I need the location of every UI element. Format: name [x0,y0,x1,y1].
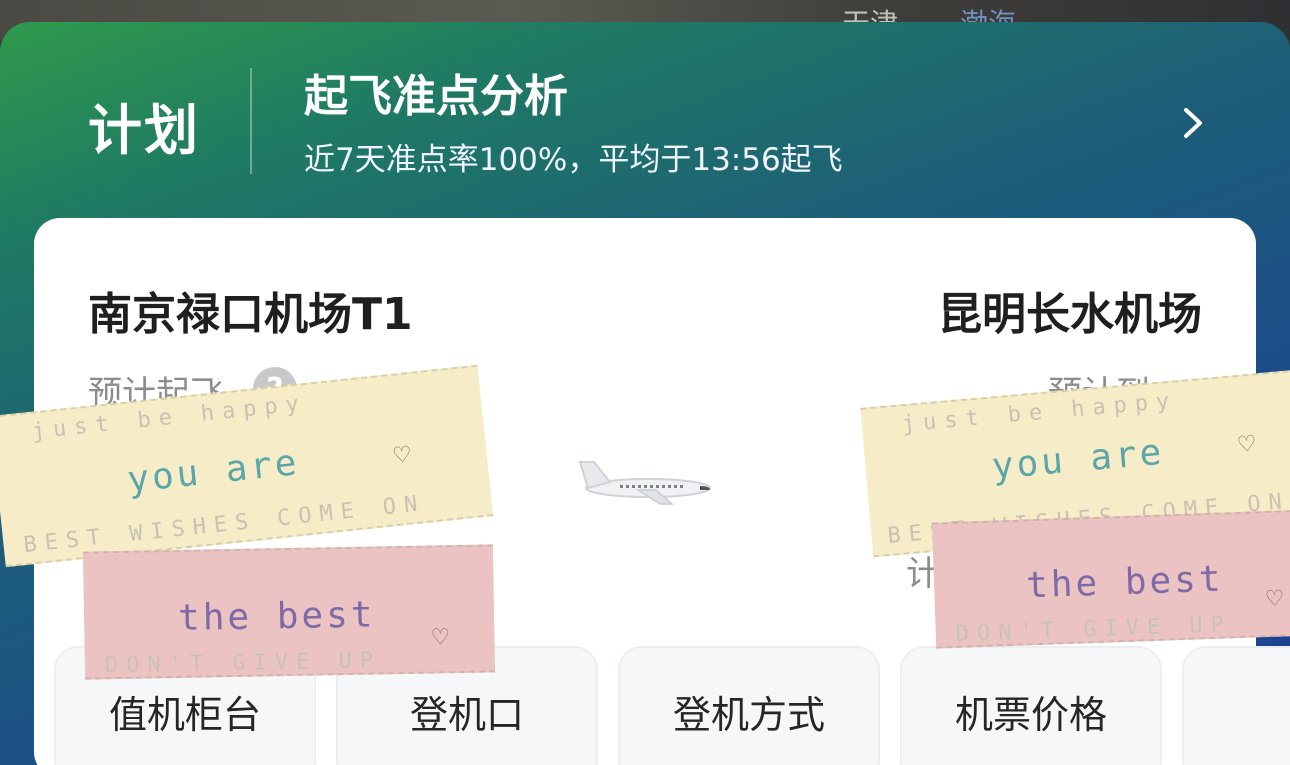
plan-label: 计划 [88,99,200,162]
airplane-icon [578,461,711,505]
tab-ticket-price[interactable]: 机票价格 [900,646,1162,765]
tape-main-text: the best [177,594,376,639]
tape-main-text: you are [990,431,1166,488]
arrival-airport: 昆明长水机场 [938,289,1202,340]
punctuality-summary: 近7天准点率100%，平均于13:56起飞 [304,142,843,178]
heart-icon: ♡ [1264,586,1285,613]
sticker-tape-pink-right: the best ♡ DON'T GIVE UP [931,509,1290,649]
heart-icon: ♡ [430,625,451,651]
tape-main-text: you are [125,442,302,501]
tape-small-text: DON'T GIVE UP [104,648,382,679]
chevron-right-icon[interactable] [1172,100,1212,146]
tape-main-text: the best [1025,558,1225,607]
tab-more[interactable] [1182,646,1290,765]
header-divider [250,68,252,174]
departure-airport: 南京禄口机场T1 [88,289,413,340]
punctuality-title[interactable]: 起飞准点分析 [304,60,568,124]
heart-icon: ♡ [391,442,414,470]
sticker-tape-pink-left: the best ♡ DON'T GIVE UP [82,544,496,680]
heart-icon: ♡ [1235,431,1258,459]
tab-boarding-method[interactable]: 登机方式 [618,646,880,765]
